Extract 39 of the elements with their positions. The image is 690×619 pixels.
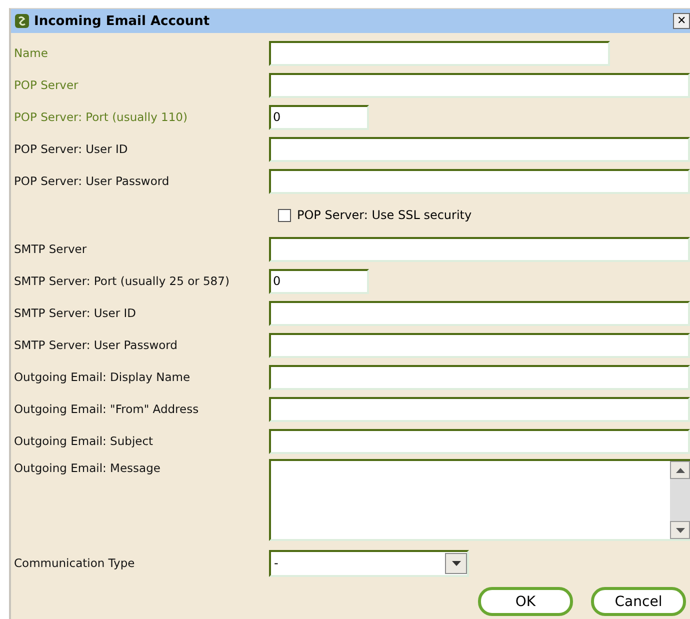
checkbox[interactable]	[278, 208, 291, 222]
field-label: Outgoing Email: "From" Address	[13, 402, 200, 416]
input-field[interactable]	[269, 396, 690, 422]
close-button[interactable]: ✕	[673, 13, 690, 29]
field-label: SMTP Server: User Password	[13, 338, 178, 352]
field-label: Outgoing Email: Message	[13, 460, 162, 475]
text-area[interactable]	[269, 459, 690, 541]
field-label: POP Server	[13, 78, 80, 92]
field-label: Outgoing Email: Display Name	[13, 370, 192, 384]
field-label: Communication Type	[13, 556, 136, 570]
caret-icon[interactable]	[452, 560, 460, 566]
input-field[interactable]	[269, 168, 690, 194]
checkbox-label: POP Server: Use SSL security	[297, 208, 472, 222]
field-label: SMTP Server	[13, 242, 88, 256]
cancel-button[interactable]: Cancel	[591, 587, 686, 616]
ok-button[interactable]: OK	[478, 587, 573, 616]
window-title: Incoming Email Account	[34, 14, 211, 28]
down-arrow-icon[interactable]	[676, 528, 684, 532]
input-field[interactable]	[269, 72, 690, 98]
field-label: POP Server: User Password	[13, 174, 170, 188]
input-field[interactable]	[269, 428, 690, 454]
input-field[interactable]	[269, 332, 690, 358]
app-icon	[15, 14, 29, 28]
field-label: Outgoing Email: Subject	[13, 434, 154, 448]
input-field[interactable]	[269, 236, 690, 262]
scroll-bar[interactable]	[670, 461, 690, 539]
field-label: Name	[13, 46, 49, 60]
field-label: POP Server: Port (usually 110)	[13, 110, 188, 124]
input-field[interactable]	[269, 300, 690, 326]
input-field[interactable]	[269, 136, 690, 162]
dropdown[interactable]: -	[269, 550, 469, 576]
up-arrow-icon[interactable]	[676, 468, 684, 472]
input-field[interactable]	[269, 364, 690, 390]
field-label: SMTP Server: User ID	[13, 306, 137, 320]
input-field[interactable]: 0	[269, 104, 369, 130]
field-label: SMTP Server: Port (usually 25 or 587)	[13, 274, 230, 288]
input-field[interactable]	[269, 40, 610, 66]
field-label: POP Server: User ID	[13, 142, 129, 156]
input-field[interactable]: 0	[269, 268, 369, 294]
